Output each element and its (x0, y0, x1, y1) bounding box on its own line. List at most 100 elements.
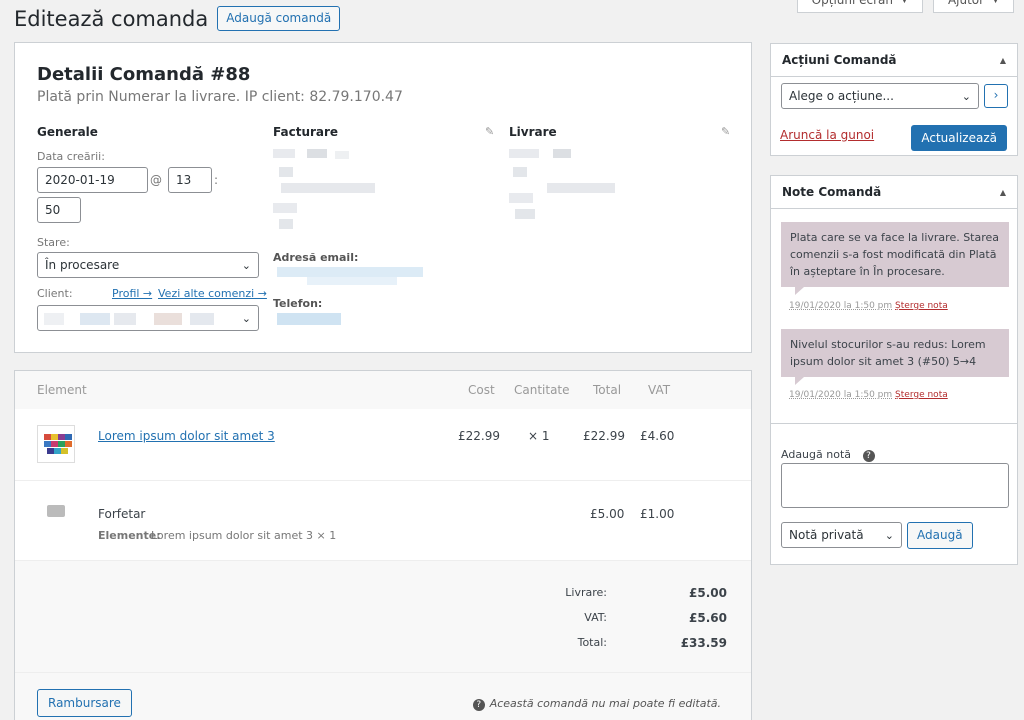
total-order-label: Total: (577, 636, 607, 649)
move-to-trash-link[interactable]: Aruncă la gunoi (780, 128, 874, 142)
order-notes-box: Note Comandă ▲ Plata care se va face la … (770, 175, 1018, 565)
caret-down-icon: ▼ (992, 0, 999, 5)
order-note: Plata care se va face la livrare. Starea… (781, 222, 1009, 295)
add-note-button[interactable]: Adaugă (907, 522, 973, 549)
chevron-down-icon: ⌄ (241, 311, 251, 325)
shipping-title: Livrare (509, 125, 557, 139)
product-name-link[interactable]: Lorem ipsum dolor sit amet 3 (98, 429, 275, 443)
order-meta: Plată prin Numerar la livrare. IP client… (37, 89, 403, 105)
shipping-address-redacted (509, 149, 619, 231)
items-actions-bar: Rambursare ? Această comandă nu mai poate… (15, 673, 751, 720)
order-items-panel: Element Cost Cantitate Total VAT Lorem i… (14, 370, 752, 720)
column-item: Element (37, 383, 87, 397)
add-note-label: Adaugă notă (781, 448, 852, 461)
order-data-panel: Detalii Comandă #88 Plată prin Numerar l… (14, 42, 752, 353)
refund-button[interactable]: Rambursare (37, 689, 132, 717)
note-meta: 19/01/2020 la 1:50 pm Șterge nota (789, 301, 948, 311)
order-heading: Detalii Comandă #88 (37, 64, 251, 85)
order-note: Nivelul stocurilor s-au redus: Lorem ips… (781, 329, 1009, 385)
general-column: Generale Data creării: 2020-01-19 @ 13 :… (37, 125, 267, 331)
phone-label: Telefon: (273, 297, 323, 310)
product-vat: £4.60 (640, 429, 675, 443)
product-qty: × 1 (528, 429, 550, 443)
edit-billing-icon[interactable]: ✎ (485, 125, 494, 138)
not-editable-note: ? Această comandă nu mai poate fi editată… (472, 697, 721, 711)
other-orders-link[interactable]: Vezi alte comenzi → (158, 287, 267, 300)
total-vat-value: £5.60 (689, 611, 727, 625)
column-cost: Cost (468, 383, 495, 397)
edit-shipping-icon[interactable]: ✎ (721, 125, 730, 138)
delete-note-link[interactable]: Șterge nota (895, 301, 948, 311)
table-row: Lorem ipsum dolor sit amet 3 £22.99 × 1 … (15, 409, 751, 481)
status-label: Stare: (37, 236, 70, 249)
column-total: Total (593, 383, 622, 397)
shipping-column: Livrare ✎ (509, 125, 731, 265)
help-tab-label: Ajutor (947, 0, 985, 7)
shipping-method-name: Forfetar (98, 507, 146, 521)
chevron-down-icon: ⌄ (884, 528, 894, 542)
collapse-arrow-icon[interactable]: ▲ (1000, 188, 1006, 197)
status-select[interactable]: În procesare ⌄ (37, 252, 259, 278)
minute-input[interactable]: 50 (37, 197, 81, 223)
order-notes-title: Note Comandă (782, 185, 882, 199)
product-thumbnail (37, 425, 75, 463)
order-actions-title: Acțiuni Comandă (782, 53, 897, 67)
billing-address-redacted (273, 149, 383, 231)
shipping-row: Forfetar Elemente: Lorem ipsum dolor sit… (15, 481, 751, 561)
chevron-down-icon: ⌄ (961, 89, 971, 103)
delete-note-link[interactable]: Șterge nota (895, 390, 948, 400)
order-notes-header[interactable]: Note Comandă ▲ (771, 176, 1017, 209)
at-symbol: @ (150, 173, 162, 187)
profile-link[interactable]: Profil → (112, 287, 152, 300)
time-colon: : (214, 173, 219, 187)
client-row: Client: Profil → Vezi alte comenzi → (37, 286, 267, 302)
client-select[interactable]: ⌄ (37, 305, 259, 331)
phone-value-redacted (277, 313, 347, 329)
screen-options-tab[interactable]: Opțiuni ecran ▼ (796, 0, 923, 13)
note-date: 19/01/2020 la 1:50 pm (789, 301, 893, 311)
notes-divider (771, 423, 1017, 424)
hour-input[interactable]: 13 (168, 167, 212, 193)
not-editable-text: Această comandă nu mai poate fi editată. (489, 697, 721, 710)
order-columns: Generale Data creării: 2020-01-19 @ 13 :… (37, 125, 731, 345)
order-totals: Livrare: £5.00 VAT: £5.60 Total: £33.59 (15, 561, 751, 673)
email-label: Adresă email: (273, 251, 359, 264)
client-value-redacted (44, 313, 224, 325)
general-title: Generale (37, 125, 98, 139)
page-title: Editează comanda (14, 6, 209, 31)
note-type-select[interactable]: Notă privată ⌄ (781, 522, 902, 548)
update-button[interactable]: Actualizează (911, 125, 1007, 151)
note-textarea[interactable] (781, 463, 1009, 508)
help-tab[interactable]: Ajutor ▼ (932, 0, 1014, 13)
total-order-value: £33.59 (680, 636, 727, 650)
date-fields: 2020-01-19 @ 13 : 50 (37, 167, 259, 227)
total-shipping-value: £5.00 (689, 586, 727, 600)
page-header: Editează comanda Adaugă comandă (14, 6, 341, 31)
client-label: Client: (37, 287, 73, 300)
column-vat: VAT (648, 383, 671, 397)
truck-icon (47, 505, 65, 517)
shipping-total: £5.00 (590, 507, 625, 521)
product-cost: £22.99 (458, 429, 500, 443)
total-shipping-label: Livrare: (565, 586, 607, 599)
note-meta: 19/01/2020 la 1:50 pm Șterge nota (789, 390, 948, 400)
product-total: £22.99 (583, 429, 625, 443)
collapse-arrow-icon[interactable]: ▲ (1000, 56, 1006, 65)
date-input[interactable]: 2020-01-19 (37, 167, 148, 193)
add-order-button[interactable]: Adaugă comandă (217, 6, 341, 31)
caret-down-icon: ▼ (901, 0, 908, 5)
items-table-header: Element Cost Cantitate Total VAT (15, 371, 751, 409)
billing-title: Facturare (273, 125, 339, 139)
date-label: Data creării: (37, 150, 105, 163)
order-actions-header[interactable]: Acțiuni Comandă ▲ (771, 44, 1017, 77)
chevron-down-icon: ⌄ (241, 258, 251, 272)
column-qty: Cantitate (514, 383, 570, 397)
apply-action-button[interactable]: › (984, 84, 1008, 108)
add-note-row: Adaugă notă ? (781, 448, 880, 462)
help-icon[interactable]: ? (862, 450, 875, 462)
screen-options-label: Opțiuni ecran (811, 0, 894, 7)
screen-tabs: Opțiuni ecran ▼ Ajutor ▼ (796, 0, 1014, 13)
note-type-value: Notă privată (789, 528, 864, 542)
order-action-select[interactable]: Alege o acțiune... ⌄ (781, 83, 979, 109)
shipping-items-value: Lorem ipsum dolor sit amet 3 × 1 (151, 529, 337, 542)
